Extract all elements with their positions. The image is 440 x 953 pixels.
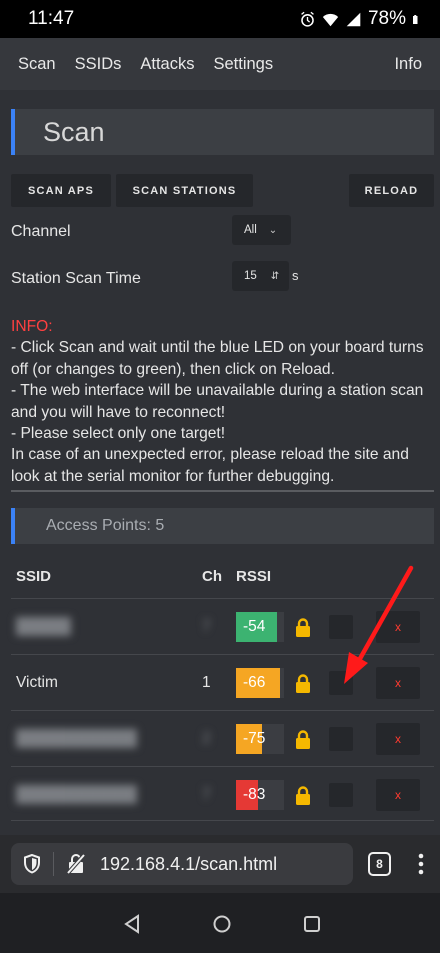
more-menu-icon[interactable] <box>418 853 424 875</box>
wifi-icon <box>322 13 339 26</box>
ssid-cell: █████ <box>16 618 71 635</box>
rssi-value: -54 <box>243 618 266 635</box>
channel-cell: 1 <box>202 674 211 691</box>
channel-cell: 7 <box>202 618 211 635</box>
select-checkbox[interactable] <box>329 783 353 807</box>
url-text[interactable]: 192.168.4.1/scan.html <box>100 854 277 875</box>
divider <box>11 490 434 492</box>
col-rssi: RSSI <box>236 568 272 585</box>
insecure-lock-icon[interactable] <box>66 854 86 874</box>
status-bar: 11:47 78% <box>0 0 440 38</box>
lock-icon <box>296 674 310 693</box>
scan-time-label: Station Scan Time <box>11 270 141 287</box>
col-ch: Ch <box>202 568 222 585</box>
table-bottom-line <box>11 820 434 821</box>
info-title: INFO: <box>11 318 53 335</box>
nav-settings[interactable]: Settings <box>213 55 273 74</box>
select-checkbox[interactable] <box>329 615 353 639</box>
battery-percent: 78% <box>367 8 406 29</box>
ssid-cell: ███████████ <box>16 730 137 747</box>
signal-icon <box>346 12 361 26</box>
system-nav-bar <box>0 893 440 953</box>
info-line: - Click Scan and wait until the blue LED… <box>11 339 424 378</box>
browser-toolbar: 192.168.4.1/scan.html 8 <box>0 835 440 893</box>
rssi-value: -66 <box>243 674 266 691</box>
home-icon[interactable] <box>212 914 232 934</box>
rssi-value: -83 <box>243 786 266 803</box>
rssi-bar: -75 <box>236 724 284 754</box>
nav-ssids[interactable]: SSIDs <box>75 55 122 74</box>
delete-button[interactable]: x <box>376 611 420 643</box>
reload-button[interactable]: RELOAD <box>349 174 434 207</box>
table-row: ███████████ 7 -83 x <box>11 766 434 822</box>
stepper-arrows-icon: ⇵ <box>270 270 280 282</box>
battery-icon <box>413 14 418 24</box>
info-line: - Please select only one target! <box>11 425 226 443</box>
scan-aps-button[interactable]: SCAN APS <box>11 174 111 207</box>
rssi-bar: -54 <box>236 612 284 642</box>
table-row: ███████████ 2 -75 x <box>11 710 434 766</box>
recents-icon[interactable] <box>303 915 321 933</box>
chevron-down-icon: ⌄ <box>268 224 278 236</box>
alarm-icon <box>301 11 314 27</box>
info-line: In case of an unexpected error, please r… <box>11 446 409 485</box>
channel-value: All <box>244 224 257 236</box>
channel-select[interactable]: All ⌄ <box>232 215 291 245</box>
back-icon[interactable] <box>123 914 141 934</box>
scan-time-unit: s <box>292 268 299 283</box>
lock-icon <box>296 618 310 637</box>
delete-button[interactable]: x <box>376 723 420 755</box>
rssi-value: -75 <box>243 730 266 747</box>
lock-icon <box>296 730 310 749</box>
scan-stations-button[interactable]: SCAN STATIONS <box>116 174 253 207</box>
ssid-cell: Victim <box>16 674 58 691</box>
tab-count-button[interactable]: 8 <box>368 852 391 876</box>
main-content: Scan SCAN APS SCAN STATIONS RELOAD Chann… <box>0 90 440 835</box>
status-time: 11:47 <box>28 8 75 29</box>
nav-attacks[interactable]: Attacks <box>140 55 194 74</box>
channel-cell: 2 <box>202 730 211 747</box>
top-nav: Scan SSIDs Attacks Settings Info <box>0 38 440 90</box>
nav-scan[interactable]: Scan <box>18 55 56 74</box>
delete-button[interactable]: x <box>376 779 420 811</box>
table-row: █████ 7 -54 x <box>11 598 434 654</box>
shield-icon[interactable] <box>23 854 41 874</box>
table-row: Victim 1 -66 x <box>11 654 434 710</box>
ssid-cell: ███████████ <box>16 786 137 803</box>
info-line: - The web interface will be unavailable … <box>11 382 424 421</box>
scan-time-stepper[interactable]: 15 ⇵ <box>232 261 289 291</box>
access-points-header: Access Points: 5 <box>11 508 434 544</box>
delete-button[interactable]: x <box>376 667 420 699</box>
channel-cell: 7 <box>202 786 211 803</box>
address-bar[interactable]: 192.168.4.1/scan.html <box>11 843 353 885</box>
rssi-bar: -66 <box>236 668 284 698</box>
page-title: Scan <box>11 109 434 155</box>
info-box: INFO: - Click Scan and wait until the bl… <box>11 316 436 487</box>
status-icons: 78% <box>299 8 422 30</box>
separator <box>53 852 54 876</box>
col-ssid: SSID <box>16 568 52 585</box>
channel-label: Channel <box>11 223 71 240</box>
select-checkbox[interactable] <box>329 671 353 695</box>
select-checkbox[interactable] <box>329 727 353 751</box>
lock-icon <box>296 786 310 805</box>
nav-info[interactable]: Info <box>394 55 422 74</box>
rssi-bar: -83 <box>236 780 284 810</box>
scan-time-value: 15 <box>244 270 257 282</box>
